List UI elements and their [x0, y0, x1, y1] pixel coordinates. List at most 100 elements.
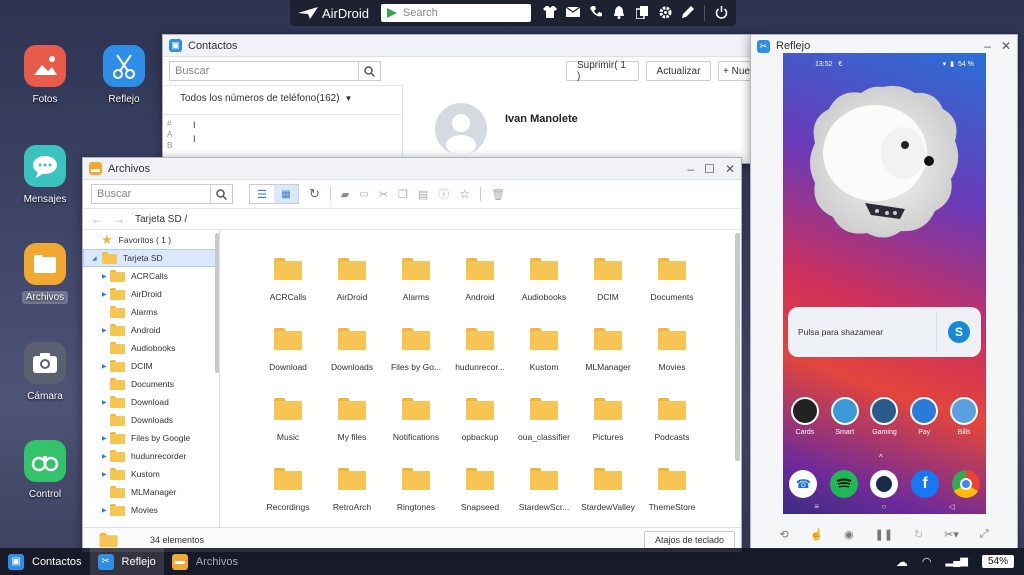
tree-item[interactable]: ▶ DCIM — [83, 357, 219, 375]
update-button[interactable]: Actualizar — [646, 61, 711, 81]
recents-icon[interactable]: ≡ — [814, 502, 819, 511]
folder-item[interactable]: Downloads — [320, 328, 384, 372]
phone-screen[interactable]: 13:52 € ▾ ▮ 54 % Pulsa para shazamear S … — [783, 53, 986, 514]
expand-arrow-icon[interactable]: ▶ — [102, 399, 107, 406]
index-letter[interactable]: A — [167, 129, 172, 140]
folder-item[interactable]: Files by Go... — [384, 328, 448, 372]
folder-item[interactable]: Music — [256, 398, 320, 442]
spotify-icon[interactable] — [829, 470, 858, 498]
delete-button[interactable]: Suprimir( 1 ) — [566, 60, 639, 82]
forward-arrow-icon[interactable]: → — [113, 212, 125, 226]
folder-item[interactable]: opbackup — [448, 398, 512, 442]
desktop-icon-archivos[interactable]: Archivos — [10, 243, 80, 304]
folder-item[interactable]: Download — [256, 328, 320, 372]
desktop-icon-fotos[interactable]: Fotos — [10, 45, 80, 106]
contact-row[interactable]: I — [193, 118, 196, 132]
tree-root-sd[interactable]: ◢ Tarjeta SD — [83, 249, 219, 267]
taskbar-archivos[interactable]: ▬ Archivos — [164, 548, 246, 575]
shazam-icon[interactable]: S — [937, 321, 981, 343]
trash-icon[interactable]: 🗑 — [491, 188, 505, 201]
gear-icon[interactable] — [658, 5, 672, 19]
folder-item[interactable]: MLManager — [576, 328, 640, 372]
search-icon[interactable] — [358, 62, 380, 80]
pause-icon[interactable]: ❚❚ — [875, 528, 893, 541]
bell-icon[interactable] — [612, 5, 626, 19]
desktop-icon-reflejo[interactable]: Reflejo — [89, 45, 159, 106]
expand-arrow-icon[interactable]: ▶ — [102, 363, 107, 370]
content-scrollbar[interactable] — [735, 233, 740, 461]
folder-item[interactable]: ThemeStore — [640, 468, 704, 512]
folder-item[interactable]: RetroArch — [320, 468, 384, 512]
cut-icon[interactable]: ✂ — [379, 188, 388, 201]
list-view-icon[interactable]: ☰ — [250, 185, 274, 203]
folder-item[interactable]: ACRCalls — [256, 258, 320, 302]
refresh-icon[interactable]: ↻ — [309, 186, 320, 202]
global-search-input[interactable]: Search — [380, 4, 531, 22]
breadcrumb[interactable]: Tarjeta SD / — [135, 214, 187, 225]
expand-arrow-icon[interactable]: ▶ — [102, 327, 107, 334]
phone-app[interactable]: Smart — [827, 397, 863, 436]
tree-item[interactable]: Alarms — [83, 303, 219, 321]
star-icon[interactable]: ☆ — [459, 187, 470, 201]
refresh-icon[interactable]: ↻ — [914, 528, 923, 541]
app-drawer-caret-icon[interactable]: ^ — [879, 453, 883, 462]
index-letter[interactable]: B — [167, 140, 172, 151]
folder-item[interactable]: Podcasts — [640, 398, 704, 442]
folder-item[interactable]: DCIM — [576, 258, 640, 302]
shazam-widget[interactable]: Pulsa para shazamear S — [788, 307, 981, 357]
folder-item[interactable]: AirDroid — [320, 258, 384, 302]
keyboard-shortcuts-button[interactable]: Atajos de teclado — [643, 530, 735, 550]
folder-item[interactable]: Ringtones — [384, 468, 448, 512]
folder-item[interactable]: Documents — [640, 258, 704, 302]
tree-favorites[interactable]: ★ Favoritos ( 1 ) — [83, 231, 219, 249]
folder-item[interactable]: Android — [448, 258, 512, 302]
facebook-icon[interactable]: f — [911, 470, 940, 498]
tree-item[interactable]: Downloads — [83, 411, 219, 429]
folder-item[interactable]: StardewValley — [576, 468, 640, 512]
tree-item[interactable]: ▶ Android — [83, 321, 219, 339]
phone-app[interactable]: Bills — [946, 397, 982, 436]
tree-item[interactable]: ▶ AirDroid — [83, 285, 219, 303]
tree-item[interactable]: ▶ Files by Google — [83, 429, 219, 447]
folder-item[interactable]: oua_classifier — [512, 398, 576, 442]
info-icon[interactable]: ⓘ — [438, 186, 449, 202]
tree-item[interactable]: MLManager — [83, 483, 219, 501]
index-letter[interactable]: # — [167, 118, 172, 129]
minimize-icon[interactable]: – — [984, 39, 991, 53]
pen-icon[interactable] — [681, 5, 695, 19]
tree-item[interactable]: ▶ Kustom — [83, 465, 219, 483]
phone-app[interactable]: Pay — [906, 397, 942, 436]
folder-item[interactable]: Alarms — [384, 258, 448, 302]
copy-icon[interactable]: ❐ — [398, 188, 408, 201]
minimize-icon[interactable]: – — [687, 162, 694, 176]
back-arrow-icon[interactable]: ← — [91, 212, 103, 226]
eye-icon[interactable]: ◉ — [844, 528, 854, 541]
photo-widget[interactable] — [805, 83, 961, 243]
rename-icon[interactable]: ▭ — [359, 189, 368, 200]
folder-item[interactable]: Movies — [640, 328, 704, 372]
folder-item[interactable]: Kustom — [512, 328, 576, 372]
taskbar-reflejo[interactable]: ✂ Reflejo — [89, 548, 164, 575]
cloud-sync-icon[interactable]: ☁ — [896, 555, 908, 569]
chrome-icon[interactable] — [951, 470, 980, 498]
rotate-icon[interactable]: ⟲ — [779, 528, 788, 541]
contactos-search-input[interactable]: Buscar — [169, 61, 381, 81]
paste-icon[interactable]: ▤ — [418, 188, 428, 201]
tree-item[interactable]: ▶ Movies — [83, 501, 219, 519]
screenshot-icon[interactable]: ✂▾ — [944, 528, 959, 541]
contact-row[interactable]: I — [193, 132, 196, 146]
power-icon[interactable] — [714, 5, 728, 19]
grid-view-icon[interactable]: ▦ — [274, 185, 298, 203]
desktop-icon-camara[interactable]: Cámara — [10, 342, 80, 403]
folder-item[interactable]: My files — [320, 398, 384, 442]
expand-arrow-icon[interactable]: ▶ — [102, 435, 107, 442]
maximize-icon[interactable]: ☐ — [704, 162, 715, 176]
back-icon[interactable]: ◁ — [949, 502, 955, 511]
new-folder-icon[interactable]: ▰ — [341, 188, 349, 201]
touch-icon[interactable]: ☝ — [810, 528, 824, 541]
close-icon[interactable]: ✕ — [1001, 39, 1011, 53]
expand-arrow-icon[interactable]: ▶ — [102, 291, 107, 298]
expand-arrow-icon[interactable]: ▶ — [102, 471, 107, 478]
tree-item[interactable]: ▶ ACRCalls — [83, 267, 219, 285]
copy-icon[interactable] — [635, 5, 649, 19]
